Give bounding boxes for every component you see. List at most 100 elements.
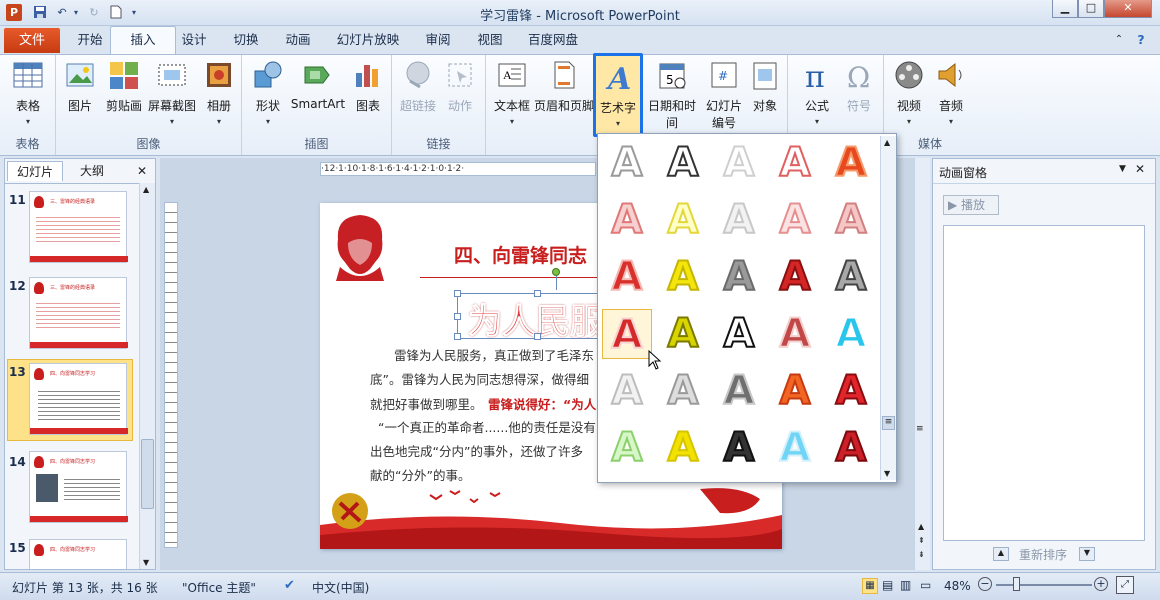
wordart-style-14[interactable]: A bbox=[770, 252, 820, 302]
wordart-style-29[interactable]: A bbox=[770, 423, 820, 473]
wordart-style-17[interactable]: A bbox=[658, 309, 708, 359]
symbol-button[interactable]: Ω 符号 bbox=[838, 59, 880, 114]
wordart-style-22[interactable]: A bbox=[658, 366, 708, 416]
shapes-button[interactable]: 形状 ▾ bbox=[248, 59, 288, 126]
move-up-icon[interactable]: ▲ bbox=[993, 547, 1009, 561]
wordart-style-10[interactable]: A bbox=[826, 195, 876, 245]
tab-slides[interactable]: 幻灯片 bbox=[7, 161, 63, 181]
slide-thumbnail-14[interactable]: 四、向雷锋同志学习 bbox=[29, 451, 128, 523]
slide-scrollbar[interactable]: ≡ ▲ ⇞ ⇟ bbox=[914, 158, 930, 570]
tab-view[interactable]: 视图 bbox=[470, 28, 510, 52]
tab-insert[interactable]: 插入 bbox=[110, 26, 176, 56]
next-slide-icon[interactable]: ⇟ bbox=[918, 550, 925, 559]
wordart-style-3[interactable]: A bbox=[714, 138, 764, 188]
header-footer-button[interactable]: 页眉和页脚 bbox=[534, 59, 594, 114]
wordart-textbox[interactable]: 为人民服 bbox=[454, 268, 617, 343]
tab-review[interactable]: 审阅 bbox=[420, 28, 456, 52]
hyperlink-button[interactable]: 超链接 bbox=[396, 59, 440, 114]
wordart-style-26[interactable]: A bbox=[602, 423, 652, 473]
zoom-level[interactable]: 48% bbox=[944, 579, 971, 593]
gallery-scrollbar[interactable]: ▲ ≡ ▼ bbox=[880, 136, 896, 480]
wordart-style-20[interactable]: A bbox=[826, 309, 876, 359]
slide-thumbnail-12[interactable]: 三、雷锋的经典语录 bbox=[29, 277, 128, 349]
rotate-handle[interactable] bbox=[552, 268, 560, 276]
zoom-in-icon[interactable]: + bbox=[1094, 577, 1108, 591]
close-button[interactable]: ✕ bbox=[1104, 0, 1152, 18]
thumb-scrollbar[interactable]: ▲ ▼ bbox=[139, 183, 155, 569]
wordart-style-30[interactable]: A bbox=[826, 423, 876, 473]
wordart-style-7[interactable]: A bbox=[658, 195, 708, 245]
wordart-style-18[interactable]: A bbox=[714, 309, 764, 359]
animation-list[interactable] bbox=[943, 225, 1145, 541]
wordart-style-11[interactable]: A bbox=[602, 252, 652, 302]
slideshow-icon[interactable]: ▭ bbox=[920, 578, 931, 592]
wordart-style-8[interactable]: A bbox=[714, 195, 764, 245]
close-pane-icon[interactable]: ✕ bbox=[133, 161, 151, 181]
wordart-style-4[interactable]: A bbox=[770, 138, 820, 188]
tab-animations[interactable]: 动画 bbox=[280, 28, 316, 52]
audio-button[interactable]: 音频 ▾ bbox=[930, 59, 972, 126]
tab-transitions[interactable]: 切换 bbox=[226, 28, 266, 52]
wordart-style-27[interactable]: A bbox=[658, 423, 708, 473]
maximize-button[interactable]: □ bbox=[1078, 0, 1104, 18]
reading-view-icon[interactable]: ▥ bbox=[900, 578, 911, 592]
datetime-button[interactable]: 5 日期和时间 bbox=[644, 59, 700, 131]
slide-sorter-icon[interactable]: ▤ bbox=[882, 578, 893, 592]
wordart-style-25[interactable]: A bbox=[826, 366, 876, 416]
fit-to-window-icon[interactable]: ⤢ bbox=[1116, 576, 1134, 594]
normal-view-icon[interactable]: ▦ bbox=[862, 578, 878, 594]
screenshot-button[interactable]: 屏幕截图 ▾ bbox=[146, 59, 198, 126]
spellcheck-icon[interactable]: ✔ bbox=[284, 578, 295, 593]
zoom-slider[interactable] bbox=[996, 584, 1092, 586]
prev-slide-icon[interactable]: ⇞ bbox=[918, 536, 925, 545]
close-pane-icon[interactable]: ✕ bbox=[1135, 162, 1145, 176]
tab-design[interactable]: 设计 bbox=[176, 28, 212, 52]
clipart-button[interactable]: 剪贴画 bbox=[102, 59, 146, 114]
tab-slideshow[interactable]: 幻灯片放映 bbox=[330, 28, 406, 52]
album-button[interactable]: 相册 ▾ bbox=[200, 59, 238, 126]
wordart-style-9[interactable]: A bbox=[770, 195, 820, 245]
wordart-style-2[interactable]: A bbox=[658, 138, 708, 188]
slide-thumbnail-15[interactable]: 四、向雷锋同志学习 bbox=[29, 539, 127, 569]
picture-button[interactable]: 图片 bbox=[60, 59, 100, 114]
wordart-button[interactable]: A 艺术字 ▾ bbox=[593, 53, 643, 137]
zoom-slider-thumb[interactable] bbox=[1013, 577, 1020, 591]
wordart-style-5[interactable]: A bbox=[826, 138, 876, 188]
slide-thumbnail-13[interactable]: 四、向雷锋同志学习 bbox=[29, 363, 128, 435]
table-button[interactable]: 表格 ▾ bbox=[4, 59, 52, 126]
tab-outline[interactable]: 大纲 bbox=[67, 161, 117, 181]
video-button[interactable]: 视频 ▾ bbox=[888, 59, 930, 126]
chart-button[interactable]: 图表 bbox=[348, 59, 388, 114]
wordart-style-19[interactable]: A bbox=[770, 309, 820, 359]
smartart-button[interactable]: SmartArt bbox=[290, 59, 346, 111]
collapse-ribbon-icon[interactable]: ⌃ bbox=[1112, 28, 1126, 52]
language-label[interactable]: 中文(中国) bbox=[312, 579, 369, 596]
wordart-style-15[interactable]: A bbox=[826, 252, 876, 302]
wordart-style-28[interactable]: A bbox=[714, 423, 764, 473]
help-icon[interactable]: ? bbox=[1132, 28, 1150, 52]
wordart-gallery-dropdown[interactable]: AAAAAAAAAAAAAAAAAAAAAAAAAAAAAA ▲ ≡ ▼ bbox=[597, 133, 897, 483]
wordart-style-13[interactable]: A bbox=[714, 252, 764, 302]
wordart-style-1[interactable]: A bbox=[602, 138, 652, 188]
object-button[interactable]: 对象 bbox=[746, 59, 784, 114]
vertical-ruler bbox=[164, 202, 178, 548]
tab-baidu-netdisk[interactable]: 百度网盘 bbox=[520, 28, 586, 52]
minimize-button[interactable]: ▁ bbox=[1052, 0, 1078, 18]
wordart-style-24[interactable]: A bbox=[770, 366, 820, 416]
wordart-style-6[interactable]: A bbox=[602, 195, 652, 245]
pane-options-icon[interactable]: ▼ bbox=[1119, 164, 1126, 174]
slide-thumbnail-11[interactable]: 三、雷锋的经典语录 bbox=[29, 191, 128, 263]
action-button[interactable]: 动作 bbox=[440, 59, 480, 114]
move-down-icon[interactable]: ▼ bbox=[1079, 547, 1095, 561]
file-tab[interactable]: 文件 bbox=[4, 28, 60, 53]
wordart-style-23[interactable]: A bbox=[714, 366, 764, 416]
zoom-out-icon[interactable]: − bbox=[978, 577, 992, 591]
textbox-button[interactable]: A 文本框 ▾ bbox=[490, 59, 534, 126]
wordart-style-12[interactable]: A bbox=[658, 252, 708, 302]
slide-number-button[interactable]: # 幻灯片 编号 bbox=[702, 59, 746, 131]
play-button[interactable]: ▶ 播放 bbox=[943, 195, 999, 215]
tab-home[interactable]: 开始 bbox=[70, 28, 110, 52]
equation-button[interactable]: π 公式 ▾ bbox=[796, 59, 838, 126]
wordart-style-16[interactable]: A bbox=[602, 309, 652, 359]
wordart-style-21[interactable]: A bbox=[602, 366, 652, 416]
